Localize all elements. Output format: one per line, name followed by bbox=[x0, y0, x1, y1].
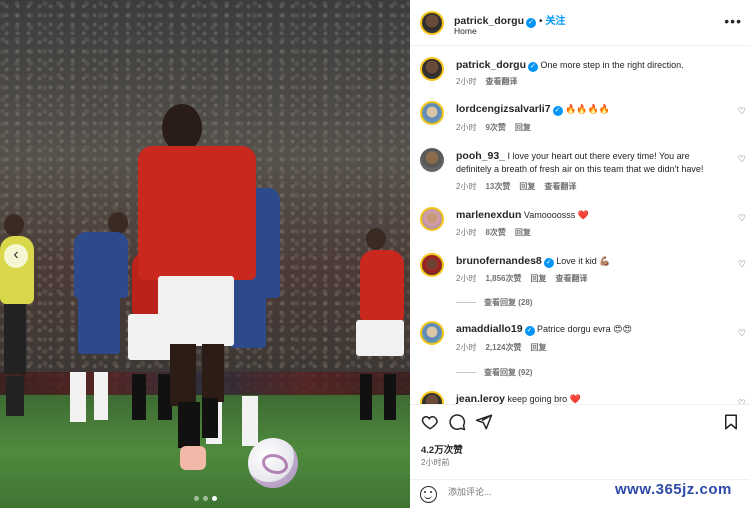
like-comment-heart-icon[interactable]: ♡ bbox=[738, 259, 746, 270]
football bbox=[248, 438, 298, 488]
commenter-avatar[interactable] bbox=[420, 391, 444, 404]
commenter-avatar[interactable] bbox=[420, 253, 444, 277]
comment-body: brunofernandes8 ✓ Love it kid 💪🏽 bbox=[456, 255, 718, 268]
post-sidebar: patrick_dorgu ✓ • 关注 Home ••• patrick_dorgu… bbox=[410, 0, 750, 508]
comment-username[interactable]: patrick_dorgu bbox=[456, 59, 526, 71]
reply-button[interactable]: 回复 bbox=[530, 343, 546, 352]
comment-meta: 2小时 2,124次赞 回复 bbox=[456, 342, 555, 353]
carousel-dot-active bbox=[212, 496, 217, 501]
emoji-smiley-icon[interactable] bbox=[420, 486, 437, 503]
comment-time[interactable]: 2小时 bbox=[456, 182, 476, 191]
comment-username[interactable]: brunofernandes8 bbox=[456, 255, 542, 267]
comment-text: Vamoooosss ❤️ bbox=[523, 210, 589, 220]
bookmark-save-icon[interactable] bbox=[722, 413, 740, 431]
comment-meta: 2小时 查看翻译 bbox=[456, 76, 526, 87]
comment-time[interactable]: 2小时 bbox=[456, 77, 476, 86]
like-comment-heart-icon[interactable]: ♡ bbox=[738, 106, 746, 117]
comment-time[interactable]: 2小时 bbox=[456, 274, 476, 283]
reply-button[interactable]: 回复 bbox=[530, 274, 546, 283]
translate-link[interactable]: 查看翻译 bbox=[555, 274, 587, 283]
post-header: patrick_dorgu ✓ • 关注 Home ••• bbox=[410, 0, 750, 46]
commenter-avatar[interactable] bbox=[420, 101, 444, 125]
replies-divider bbox=[456, 302, 476, 304]
comment-body: jean.leroy keep going bro ❤️ bbox=[456, 393, 718, 404]
comment-username[interactable]: amaddiallo19 bbox=[456, 323, 523, 335]
verified-badge-icon: ✓ bbox=[552, 106, 563, 116]
comment-text: Patrice dorgu evra 😍😍 bbox=[537, 324, 632, 334]
carousel-dot bbox=[203, 496, 208, 501]
comment-username[interactable]: lordcengizsalvarli7 bbox=[456, 103, 551, 115]
comment-time[interactable]: 2小时 bbox=[456, 228, 476, 237]
comment-meta: 2小时 8次赞 回复 bbox=[456, 227, 540, 238]
author-avatar[interactable] bbox=[420, 11, 444, 35]
translate-link[interactable]: 查看翻译 bbox=[544, 182, 576, 191]
more-options-icon[interactable]: ••• bbox=[724, 13, 742, 29]
like-heart-icon[interactable] bbox=[421, 413, 439, 431]
like-comment-heart-icon[interactable]: ♡ bbox=[738, 213, 746, 224]
separator-dot: • bbox=[539, 16, 543, 27]
comment-username[interactable]: jean.leroy bbox=[456, 393, 505, 404]
reply-button[interactable]: 回复 bbox=[515, 228, 531, 237]
comment-meta: 2小时 1,856次赞 回复 查看翻译 bbox=[456, 273, 596, 284]
comment-body: lordcengizsalvarli7 ✓ 🔥🔥🔥🔥 bbox=[456, 103, 718, 116]
comment-likes[interactable]: 1,856次赞 bbox=[485, 274, 521, 283]
chevron-left-icon: ‹ bbox=[13, 246, 19, 263]
verified-badge-icon: ✓ bbox=[543, 258, 554, 268]
commenter-avatar[interactable] bbox=[420, 321, 444, 345]
comment-body: marlenexdun Vamoooosss ❤️ bbox=[456, 209, 718, 222]
comment-likes[interactable]: 13次赞 bbox=[485, 182, 510, 191]
comment-likes[interactable]: 8次赞 bbox=[485, 228, 505, 237]
commenter-avatar[interactable] bbox=[420, 57, 444, 81]
comment-username[interactable]: marlenexdun bbox=[456, 209, 521, 221]
view-replies-button[interactable]: 查看回复 (92) bbox=[456, 367, 532, 378]
comment-username[interactable]: pooh_93_ bbox=[456, 150, 505, 162]
comment-time[interactable]: 2小时 bbox=[456, 343, 476, 352]
view-replies-label[interactable]: 查看回复 (28) bbox=[484, 298, 532, 307]
comment-likes[interactable]: 2,124次赞 bbox=[485, 343, 521, 352]
post-actions: 4.2万次赞 2小时前 bbox=[410, 404, 750, 479]
comment-bubble-icon[interactable] bbox=[448, 413, 466, 431]
verified-badge-icon: ✓ bbox=[524, 326, 535, 336]
comment-body: amaddiallo19 ✓ Patrice dorgu evra 😍😍 bbox=[456, 323, 718, 336]
share-send-icon[interactable] bbox=[475, 413, 493, 431]
post-photo[interactable]: ‹ bbox=[0, 0, 410, 508]
comment-body: pooh_93_ I love your heart out there eve… bbox=[456, 150, 718, 176]
comments-list: patrick_dorgu ✓ One more step in the righ… bbox=[410, 47, 750, 404]
comment-time[interactable]: 2小时 bbox=[456, 123, 476, 132]
carousel-dot bbox=[194, 496, 199, 501]
comment-text: One more step in the right direction. bbox=[540, 60, 684, 70]
follow-button[interactable]: 关注 bbox=[546, 16, 566, 27]
post-timestamp[interactable]: 2小时前 bbox=[421, 457, 449, 468]
verified-badge-icon: ✓ bbox=[526, 18, 537, 28]
site-watermark: www.365jz.com bbox=[615, 481, 732, 498]
carousel-indicator bbox=[194, 496, 217, 501]
reply-button[interactable]: 回复 bbox=[515, 123, 531, 132]
commenter-avatar[interactable] bbox=[420, 207, 444, 231]
comment-text: 🔥🔥🔥🔥 bbox=[565, 104, 610, 114]
like-count[interactable]: 4.2万次赞 bbox=[421, 442, 463, 456]
comment-input[interactable] bbox=[448, 487, 608, 497]
comment-body: patrick_dorgu ✓ One more step in the righ… bbox=[456, 59, 718, 72]
carousel-prev-button[interactable]: ‹ bbox=[4, 244, 28, 268]
view-replies-label[interactable]: 查看回复 (92) bbox=[484, 368, 532, 377]
comment-text: keep going bro ❤️ bbox=[507, 394, 581, 404]
translate-link[interactable]: 查看翻译 bbox=[485, 77, 517, 86]
reply-button[interactable]: 回复 bbox=[519, 182, 535, 191]
comment-likes[interactable]: 9次赞 bbox=[485, 123, 505, 132]
like-comment-heart-icon[interactable]: ♡ bbox=[738, 154, 746, 165]
view-replies-button[interactable]: 查看回复 (28) bbox=[456, 297, 532, 308]
comment-meta: 2小时 13次赞 回复 查看翻译 bbox=[456, 181, 585, 192]
comment-text: Love it kid 💪🏽 bbox=[556, 256, 611, 266]
comment-meta: 2小时 9次赞 回复 bbox=[456, 122, 540, 133]
commenter-avatar[interactable] bbox=[420, 148, 444, 172]
like-comment-heart-icon[interactable]: ♡ bbox=[738, 328, 746, 339]
replies-divider bbox=[456, 372, 476, 374]
verified-badge-icon: ✓ bbox=[528, 62, 539, 72]
location-label[interactable]: Home bbox=[454, 26, 477, 36]
